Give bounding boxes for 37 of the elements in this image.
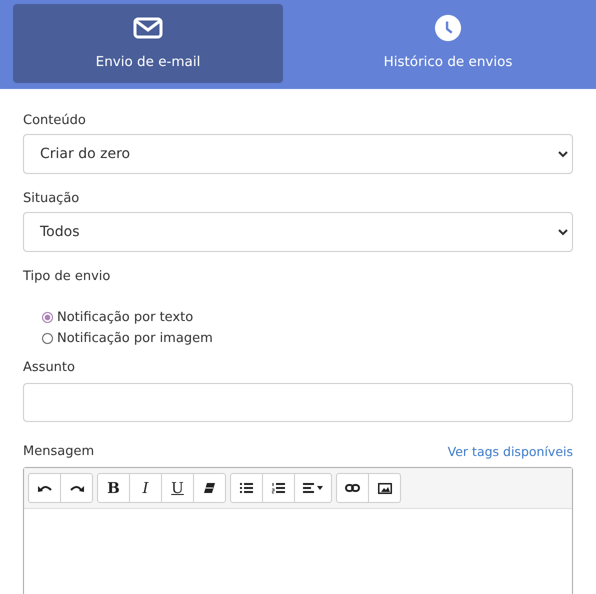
- eraser-icon: [204, 483, 215, 493]
- tab[interactable]: Histórico de envios: [313, 4, 583, 83]
- field-label: Conteúdo: [23, 113, 87, 128]
- tab[interactable]: Envio de e-mail: [13, 4, 283, 83]
- tags-link[interactable]: Ver tags disponíveis: [448, 444, 573, 459]
- situation-select[interactable]: Todos: [23, 212, 573, 252]
- numbered-list-button[interactable]: [262, 473, 295, 503]
- underline-button[interactable]: U: [161, 473, 194, 503]
- radio-label[interactable]: Notificação por texto: [57, 310, 194, 325]
- radio-button[interactable]: [42, 312, 53, 323]
- radio-label[interactable]: Notificação por imagem: [57, 331, 213, 346]
- subject-field[interactable]: [23, 383, 573, 422]
- redo-icon: [70, 484, 84, 492]
- field-label: Mensagem: [23, 444, 94, 459]
- radio-button[interactable]: [42, 333, 53, 344]
- image-icon: [378, 482, 392, 494]
- numbered-list-icon: [272, 482, 285, 494]
- link-icon: [345, 484, 360, 492]
- clear-format-button[interactable]: [193, 473, 226, 503]
- content-select[interactable]: Criar do zero: [23, 134, 573, 174]
- chevron-down-icon: [558, 150, 568, 158]
- field-label: Tipo de envio: [23, 269, 112, 284]
- align-button[interactable]: [294, 473, 332, 503]
- undo-button[interactable]: [28, 473, 61, 503]
- undo-icon: [38, 484, 52, 492]
- field-label: Assunto: [23, 360, 76, 375]
- align-left-icon: [303, 483, 323, 493]
- link-button[interactable]: [336, 473, 369, 503]
- redo-button[interactable]: [60, 473, 93, 503]
- image-button[interactable]: [368, 473, 401, 503]
- clock-icon: [433, 14, 463, 42]
- chevron-down-icon: [558, 228, 568, 236]
- field-label: Situação: [23, 191, 80, 206]
- bullet-list-icon: [240, 483, 253, 493]
- italic-button[interactable]: I: [129, 473, 162, 503]
- bold-button[interactable]: B: [97, 473, 130, 503]
- bullet-list-button[interactable]: [230, 473, 263, 503]
